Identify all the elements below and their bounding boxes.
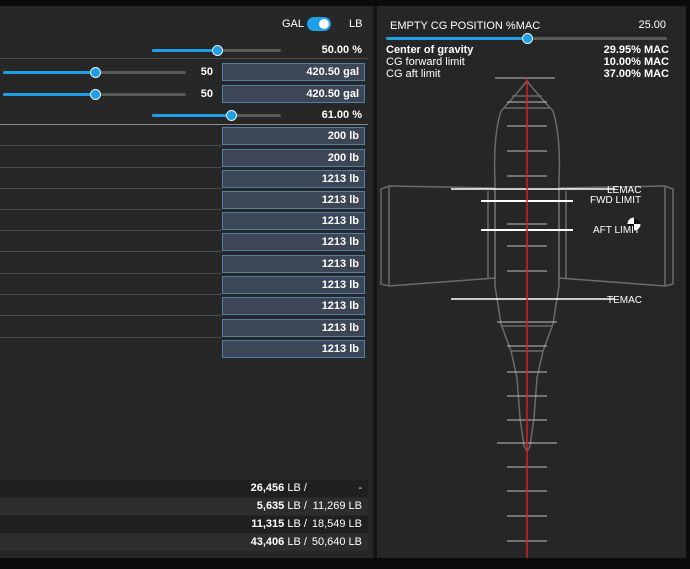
- summary-row: 43,406 LB / 50,640 LB: [0, 534, 368, 551]
- row-separator: [0, 167, 222, 168]
- slider-knob[interactable]: [211, 45, 223, 56]
- weight-field[interactable]: 1213 lb: [222, 340, 365, 358]
- fuel-total-slider[interactable]: [152, 45, 281, 56]
- summary-max: 18,549 LB: [311, 518, 362, 530]
- tank-left-count: 50: [200, 66, 213, 78]
- summary-row: 11,315 LB / 18,549 LB: [0, 516, 368, 533]
- slider-fill: [3, 93, 95, 96]
- row-separator: [0, 315, 222, 316]
- row-separator: [0, 294, 222, 295]
- row-separator: [0, 273, 222, 274]
- slider-fill: [152, 114, 231, 117]
- summary-max: 11,269 LB: [312, 500, 362, 512]
- separator: [0, 124, 368, 125]
- summary-row: 26,456 LB / -: [0, 480, 368, 497]
- tank-left-field[interactable]: 420.50 gal: [222, 63, 365, 81]
- weight-field[interactable]: 200 lb: [222, 149, 365, 167]
- temac-label: TEMAC: [607, 295, 642, 306]
- slider-fill: [152, 49, 217, 52]
- unit-toggle[interactable]: [307, 17, 331, 31]
- summary-value: 26,456: [250, 482, 285, 494]
- summary-unit: LB /: [287, 536, 307, 548]
- aircraft-diagram: LEMAC FWD LIMIT AFT LIMIT TEMAC: [380, 77, 674, 558]
- row-separator: [0, 337, 222, 338]
- fwd-limit-label: FWD LIMIT: [590, 195, 641, 206]
- weight-field[interactable]: 1213 lb: [222, 319, 365, 337]
- summary-unit: LB /: [287, 482, 307, 494]
- row-separator: [0, 209, 222, 210]
- tank-right-slider[interactable]: [3, 89, 186, 100]
- payload-total-value: 61.00 %: [321, 109, 362, 121]
- weight-field[interactable]: 1213 lb: [222, 255, 365, 273]
- unit-label-gal: GAL: [282, 18, 305, 30]
- tank-left-slider[interactable]: [3, 67, 186, 78]
- row-separator: [0, 230, 222, 231]
- summary-unit: LB /: [287, 500, 307, 512]
- row-separator: [0, 188, 222, 189]
- summary-unit: LB /: [287, 518, 307, 530]
- payload-total-slider[interactable]: [152, 110, 281, 121]
- summary-max: -: [358, 482, 362, 494]
- tank-right-count: 50: [200, 88, 213, 100]
- weight-field[interactable]: 200 lb: [222, 127, 365, 145]
- weight-field[interactable]: 1213 lb: [222, 191, 365, 209]
- weight-field[interactable]: 1213 lb: [222, 276, 365, 294]
- row-separator: [0, 145, 222, 146]
- summary-row: 5,635 LB / 11,269 LB: [0, 498, 368, 515]
- summary-value: 5,635: [256, 500, 285, 512]
- slider-knob[interactable]: [225, 110, 237, 121]
- summary-max: 50,640 LB: [311, 536, 362, 548]
- slider-knob[interactable]: [89, 67, 101, 78]
- aft-limit-label: AFT LIMIT: [593, 225, 640, 236]
- summary-value: 11,315: [251, 518, 285, 530]
- weight-field[interactable]: 1213 lb: [222, 297, 365, 315]
- unit-label-lb: LB: [349, 18, 363, 30]
- toggle-knob: [319, 19, 329, 29]
- slider-knob[interactable]: [89, 89, 101, 100]
- tank-right-field[interactable]: 420.50 gal: [222, 85, 365, 103]
- row-separator: [0, 251, 222, 252]
- station-ticks: [495, 77, 557, 542]
- fuel-total-value: 50.00 %: [321, 44, 362, 56]
- slider-fill: [3, 71, 95, 74]
- weight-field[interactable]: 1213 lb: [222, 212, 365, 230]
- weight-field[interactable]: 1213 lb: [222, 233, 365, 251]
- separator: [0, 58, 368, 59]
- summary-value: 43,406: [250, 536, 285, 548]
- weight-field[interactable]: 1213 lb: [222, 170, 365, 188]
